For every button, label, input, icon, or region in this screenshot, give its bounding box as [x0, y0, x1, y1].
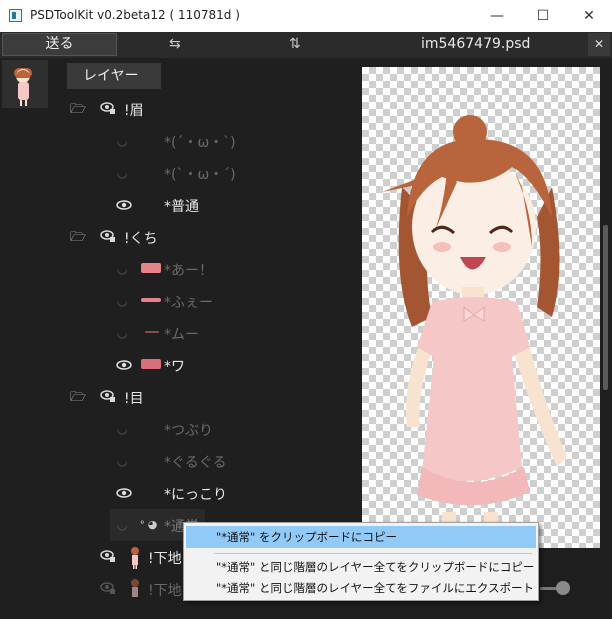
- layer-label: !下地: [148, 583, 182, 599]
- layer-group-eyes[interactable]: 🗁 !目: [0, 381, 360, 413]
- layer-group-mouth[interactable]: 🗁 !くち: [0, 221, 360, 253]
- toolbar: 送る ⇆ ⇅ im5467479.psd ✕: [0, 32, 612, 58]
- context-menu: "*通常" をクリップボードにコピー "*通常" と同じ階層のレイヤー全てをクリ…: [183, 522, 539, 601]
- vertical-scrollbar[interactable]: [603, 225, 608, 390]
- close-document-button[interactable]: ✕: [588, 33, 610, 56]
- title-bar: PSDToolKit v0.2beta12 ( 110781d ) — ☐ ✕: [0, 0, 612, 33]
- layer-group-label: !目: [124, 391, 144, 407]
- layer-label: *つぶり: [164, 423, 213, 439]
- menu-copy-siblings-to-clipboard[interactable]: "*通常" と同じ階層のレイヤー全てをクリップボードにコピー: [186, 556, 536, 578]
- layer-label: *ワ: [164, 359, 185, 375]
- file-name: im5467479.psd: [421, 36, 531, 52]
- menu-separator: [214, 553, 532, 554]
- layer-label: *(´・ω・`): [164, 135, 236, 151]
- layer-group-label: !眉: [124, 103, 144, 119]
- eye-icon[interactable]: [116, 488, 132, 498]
- flip-horizontal-icon[interactable]: ⇆: [169, 36, 181, 52]
- mouth-thumbnail: [141, 359, 161, 369]
- zoom-slider-handle[interactable]: [556, 581, 570, 595]
- layer-label: *普通: [164, 199, 199, 215]
- mouth-thumbnail: [141, 263, 161, 273]
- maximize-button[interactable]: ☐: [520, 0, 566, 32]
- eye-hidden-icon[interactable]: ◡: [117, 166, 127, 180]
- eye-hidden-icon[interactable]: ◡: [117, 134, 127, 148]
- eye-icon[interactable]: [116, 360, 132, 370]
- eye-lock-icon[interactable]: [100, 581, 116, 595]
- layer-item[interactable]: ◡ *ふぇー: [0, 285, 360, 317]
- preview-canvas[interactable]: [362, 67, 600, 548]
- folder-open-icon[interactable]: 🗁: [70, 388, 86, 410]
- layer-item-visible[interactable]: *ワ: [0, 349, 360, 381]
- layer-label: *にっこり: [164, 487, 227, 503]
- layer-item-visible[interactable]: *にっこり: [0, 477, 360, 509]
- eye-lock-icon[interactable]: [100, 101, 116, 115]
- layer-label: *ムー: [164, 327, 199, 343]
- send-button[interactable]: 送る: [2, 33, 117, 56]
- menu-export-siblings-to-file[interactable]: "*通常" と同じ階層のレイヤー全てをファイルにエクスポート: [186, 577, 536, 599]
- layer-label: *(`・ω・´): [164, 167, 236, 183]
- layer-label: !下地: [148, 551, 182, 567]
- folder-open-icon[interactable]: 🗁: [70, 100, 86, 122]
- character-illustration: [382, 115, 567, 548]
- eye-hidden-icon[interactable]: ◡: [117, 518, 127, 532]
- layer-item-selected-visible[interactable]: *普通: [0, 189, 360, 221]
- layer-item[interactable]: ◡ *ぐるぐる: [0, 445, 360, 477]
- layer-label: *ふぇー: [164, 295, 213, 311]
- tab-layer[interactable]: レイヤー: [67, 63, 161, 89]
- layer-item[interactable]: ◡ *(`・ω・´): [0, 157, 360, 189]
- eye-icon[interactable]: [116, 200, 132, 210]
- eye-hidden-icon[interactable]: ◡: [117, 422, 127, 436]
- layer-item[interactable]: ◡ *(´・ω・`): [0, 125, 360, 157]
- eye-lock-icon[interactable]: [100, 229, 116, 243]
- eyes-thumbnail-icon: ᐤ ◕: [140, 518, 158, 531]
- character-layer-thumbnail: [131, 579, 139, 597]
- eye-lock-icon[interactable]: [100, 389, 116, 403]
- app-icon: [9, 9, 22, 22]
- layer-item[interactable]: ◡ *つぶり: [0, 413, 360, 445]
- eye-lock-icon[interactable]: [100, 549, 116, 563]
- character-layer-thumbnail: [131, 547, 139, 569]
- eye-hidden-icon[interactable]: ◡: [117, 294, 127, 308]
- layer-item[interactable]: ◡ *あー！: [0, 253, 360, 285]
- menu-copy-to-clipboard[interactable]: "*通常" をクリップボードにコピー: [186, 526, 536, 548]
- flip-vertical-icon[interactable]: ⇅: [289, 36, 301, 52]
- mouth-thumbnail: [141, 298, 161, 302]
- eye-hidden-icon[interactable]: ◡: [117, 326, 127, 340]
- close-window-button[interactable]: ✕: [566, 0, 612, 32]
- eye-hidden-icon[interactable]: ◡: [117, 454, 127, 468]
- layer-group-label: !くち: [124, 231, 158, 247]
- window-title: PSDToolKit v0.2beta12 ( 110781d ): [30, 8, 240, 22]
- layer-label: *ぐるぐる: [164, 455, 227, 471]
- layer-item[interactable]: ◡ *ムー: [0, 317, 360, 349]
- folder-open-icon[interactable]: 🗁: [70, 228, 86, 250]
- mouth-thumbnail: [145, 331, 159, 333]
- layer-group-eyebrows[interactable]: 🗁 !眉: [0, 93, 360, 125]
- eye-hidden-icon[interactable]: ◡: [117, 262, 127, 276]
- minimize-button[interactable]: —: [474, 0, 520, 32]
- layer-label: *あー！: [164, 263, 213, 279]
